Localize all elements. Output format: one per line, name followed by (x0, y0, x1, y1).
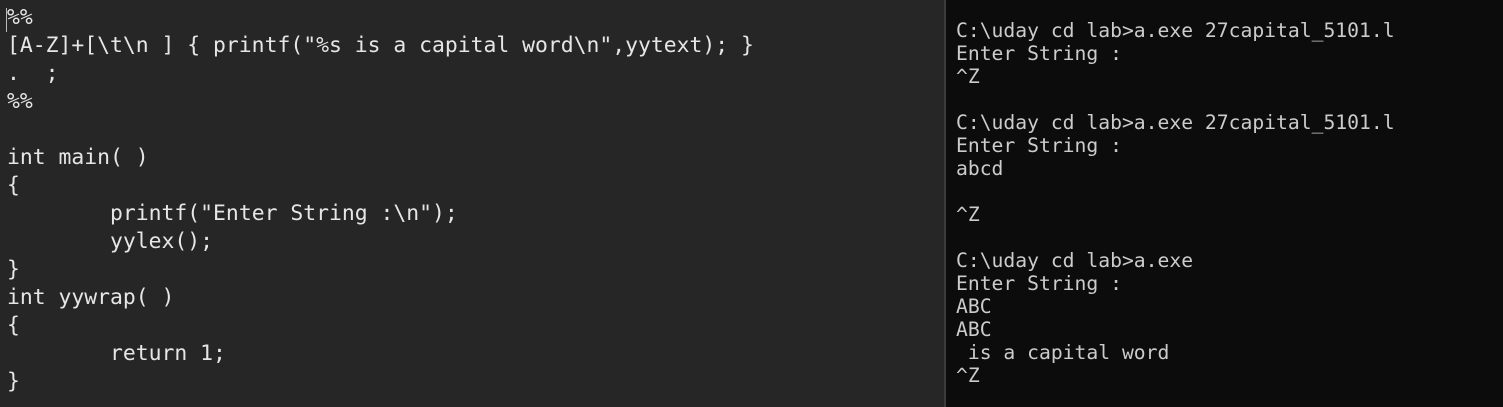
code-line: return 1; (7, 341, 226, 366)
code-editor[interactable]: %% [A-Z]+[\t\n ] { printf("%s is a capita… (0, 0, 944, 407)
terminal-line: abcd (956, 157, 1004, 180)
terminal-line: Enter String : (956, 272, 1122, 295)
code-line: printf("Enter String :\n"); (7, 201, 458, 226)
terminal-line: ABC (956, 318, 992, 341)
code-line: { (7, 313, 20, 338)
code-line: %% (7, 89, 33, 114)
terminal-line: C:\uday cd lab>a.exe 27capital_5101.l (956, 19, 1395, 42)
code-line: %% (7, 5, 33, 30)
code-line: } (7, 369, 20, 394)
terminal-line: is a capital word (956, 341, 1170, 364)
code-line: yylex(); (7, 229, 214, 254)
terminal-lines: C:\uday cd lab>a.exe 27capital_5101.l Ent… (946, 0, 1395, 387)
code-line: int main( ) (7, 145, 149, 170)
code-line: [A-Z]+[\t\n ] { printf("%s is a capital … (7, 33, 754, 58)
code-line: . ; (7, 61, 59, 86)
terminal-line: ABC (956, 295, 992, 318)
code-line: int yywrap( ) (7, 285, 175, 310)
terminal-line: ^Z (956, 65, 980, 88)
terminal-output[interactable]: C:\uday cd lab>a.exe 27capital_5101.l Ent… (946, 0, 1503, 407)
terminal-line: C:\uday cd lab>a.exe 27capital_5101.l (956, 111, 1395, 134)
code-line: { (7, 173, 20, 198)
terminal-line: Enter String : (956, 134, 1122, 157)
code-line: } (7, 257, 20, 282)
code-lines: %% [A-Z]+[\t\n ] { printf("%s is a capita… (0, 4, 754, 396)
terminal-line: Enter String : (956, 42, 1122, 65)
terminal-line: ^Z (956, 364, 980, 387)
terminal-line: ^Z (956, 203, 980, 226)
terminal-line: C:\uday cd lab>a.exe (956, 249, 1194, 272)
